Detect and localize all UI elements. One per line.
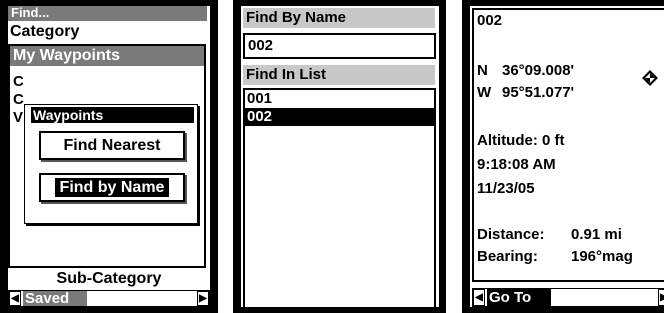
bearing-value: 196°mag xyxy=(571,248,633,265)
go-to-action[interactable]: Go To xyxy=(487,289,551,306)
find-by-name-header: Find By Name xyxy=(243,8,435,28)
waypoint-details: 002 N 36°09.008' W 95°51.077' Altitude: … xyxy=(472,8,664,282)
distance-label: Distance: xyxy=(477,226,545,243)
popup-title: Waypoints xyxy=(31,107,194,123)
longitude-prefix: W xyxy=(477,84,492,101)
right-arrow-icon[interactable]: ▶ xyxy=(658,289,664,306)
distance-value: 0.91 mi xyxy=(571,226,622,243)
date: 11/23/05 xyxy=(477,180,535,197)
time: 9:18:08 AM xyxy=(477,156,556,173)
action-selector[interactable]: ◀ Go To ▶ xyxy=(472,288,664,307)
altitude: Altitude: 0 ft xyxy=(477,132,565,149)
category-item-partial[interactable]: V xyxy=(13,110,23,126)
category-item-partial[interactable]: C xyxy=(13,92,24,108)
subcategory-label: Sub-Category xyxy=(56,270,162,287)
left-arrow-icon[interactable]: ◀ xyxy=(473,289,485,306)
list-item[interactable]: 001 xyxy=(245,90,434,108)
waypoint-detail-screen: 002 N 36°09.008' W 95°51.077' Altitude: … xyxy=(462,0,664,313)
waypoints-popup: Waypoints Find Nearest Find by Name xyxy=(24,104,198,224)
list-item-selected[interactable]: 002 xyxy=(245,108,434,126)
screen-title: Find... xyxy=(8,6,207,21)
find-by-name-label: Find by Name xyxy=(54,178,170,197)
latitude-prefix: N xyxy=(477,62,488,79)
find-menu-screen: Find... Category My Waypoints C C V Wayp… xyxy=(0,0,218,313)
find-by-name-button[interactable]: Find by Name xyxy=(39,173,185,202)
subcategory-value: Saved xyxy=(23,291,87,306)
subcategory-selector[interactable]: ◀ Saved ▶ xyxy=(8,290,210,307)
waypoint-list[interactable]: 001 002 xyxy=(243,88,436,307)
longitude-value: 95°51.077' xyxy=(502,84,575,101)
find-nearest-label: Find Nearest xyxy=(63,137,161,154)
category-item-my-waypoints[interactable]: My Waypoints xyxy=(10,46,204,66)
latitude-value: 36°09.008' xyxy=(502,62,575,79)
right-arrow-icon[interactable]: ▶ xyxy=(197,291,209,306)
category-list[interactable]: My Waypoints C C V Waypoints Find Neares… xyxy=(8,44,206,268)
name-input[interactable]: 002 xyxy=(243,33,436,59)
diamond-waypoint-icon xyxy=(642,70,658,86)
bearing-label: Bearing: xyxy=(477,248,538,265)
waypoint-name: 002 xyxy=(477,12,503,29)
category-item-partial[interactable]: C xyxy=(13,74,24,90)
category-label: Category xyxy=(10,23,80,40)
find-nearest-button[interactable]: Find Nearest xyxy=(39,131,185,160)
find-by-name-screen: Find By Name 002 Find In List 001 002 xyxy=(233,0,446,313)
find-in-list-header: Find In List xyxy=(243,65,435,85)
left-arrow-icon[interactable]: ◀ xyxy=(9,291,21,306)
